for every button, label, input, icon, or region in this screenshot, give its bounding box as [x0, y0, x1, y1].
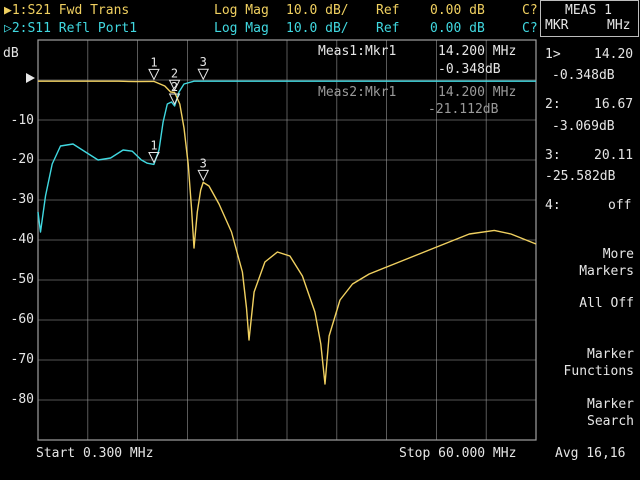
marker-readout-id: 3:	[545, 148, 561, 163]
marker-readout-id: 4:	[545, 198, 561, 213]
softkey-line: Functions	[563, 364, 634, 379]
softkey-line: Markers	[579, 264, 634, 279]
trace-plot[interactable]: 123123	[0, 0, 640, 480]
marker-2-label: 2	[171, 66, 178, 80]
meas2-label: Meas2:Mkr1	[318, 85, 397, 100]
meas2-value: -21.112dB	[428, 102, 499, 117]
graticule-grid	[37, 39, 537, 441]
marker-3-triangle-icon	[197, 68, 210, 81]
stop-frequency[interactable]: Stop 60.000 MHz	[399, 446, 516, 461]
marker-functions-softkey[interactable]: Marker Functions	[564, 346, 634, 380]
more-markers-softkey[interactable]: More Markers	[579, 246, 634, 280]
marker-3-label: 3	[200, 156, 207, 170]
softkey-line: Marker	[587, 347, 634, 362]
menu-subtitle-mhz: MHz	[607, 18, 631, 33]
marker-readout-id: 1>	[545, 47, 561, 62]
meas1-freq: 14.200 MHz	[438, 44, 517, 59]
marker-readout-value: -25.582dB	[545, 169, 616, 184]
softkey-line: Marker	[587, 397, 634, 412]
all-off-softkey[interactable]: All Off	[579, 295, 634, 312]
marker-2-label: 2	[171, 80, 178, 94]
marker-1-triangle-icon	[148, 68, 160, 81]
softkey-line: Search	[587, 414, 634, 429]
meas1-label: Meas1:Mkr1	[318, 44, 397, 59]
softkey-line: All Off	[579, 296, 634, 311]
marker-readout-freq[interactable]: off	[608, 198, 631, 213]
marker-readout-id: 2:	[545, 97, 561, 112]
menu-title: MEAS 1	[565, 3, 612, 18]
marker-readout-value: -0.348dB	[552, 68, 615, 83]
averaging-status: Avg 16,16	[555, 446, 626, 461]
marker-readout-freq[interactable]: 20.11	[594, 148, 633, 163]
marker-3-triangle-icon	[197, 169, 210, 182]
menu-subtitle-mkr: MKR	[545, 18, 569, 33]
meas1-value: -0.348dB	[438, 62, 501, 77]
marker-readout-freq[interactable]: 14.20	[594, 47, 633, 62]
marker-readout-value: -3.069dB	[552, 119, 615, 134]
marker-search-softkey[interactable]: Marker Search	[587, 396, 634, 430]
softkey-line: More	[602, 247, 634, 262]
start-frequency[interactable]: Start 0.300 MHz	[36, 446, 153, 461]
marker-readout-freq[interactable]: 16.67	[594, 97, 633, 112]
marker-1-label: 1	[150, 138, 157, 152]
marker-1-label: 1	[150, 55, 157, 69]
meas2-freq: 14.200 MHz	[438, 85, 517, 100]
marker-3-label: 3	[200, 55, 207, 69]
menu-title-box: MEAS 1 MKR MHz	[540, 0, 639, 37]
